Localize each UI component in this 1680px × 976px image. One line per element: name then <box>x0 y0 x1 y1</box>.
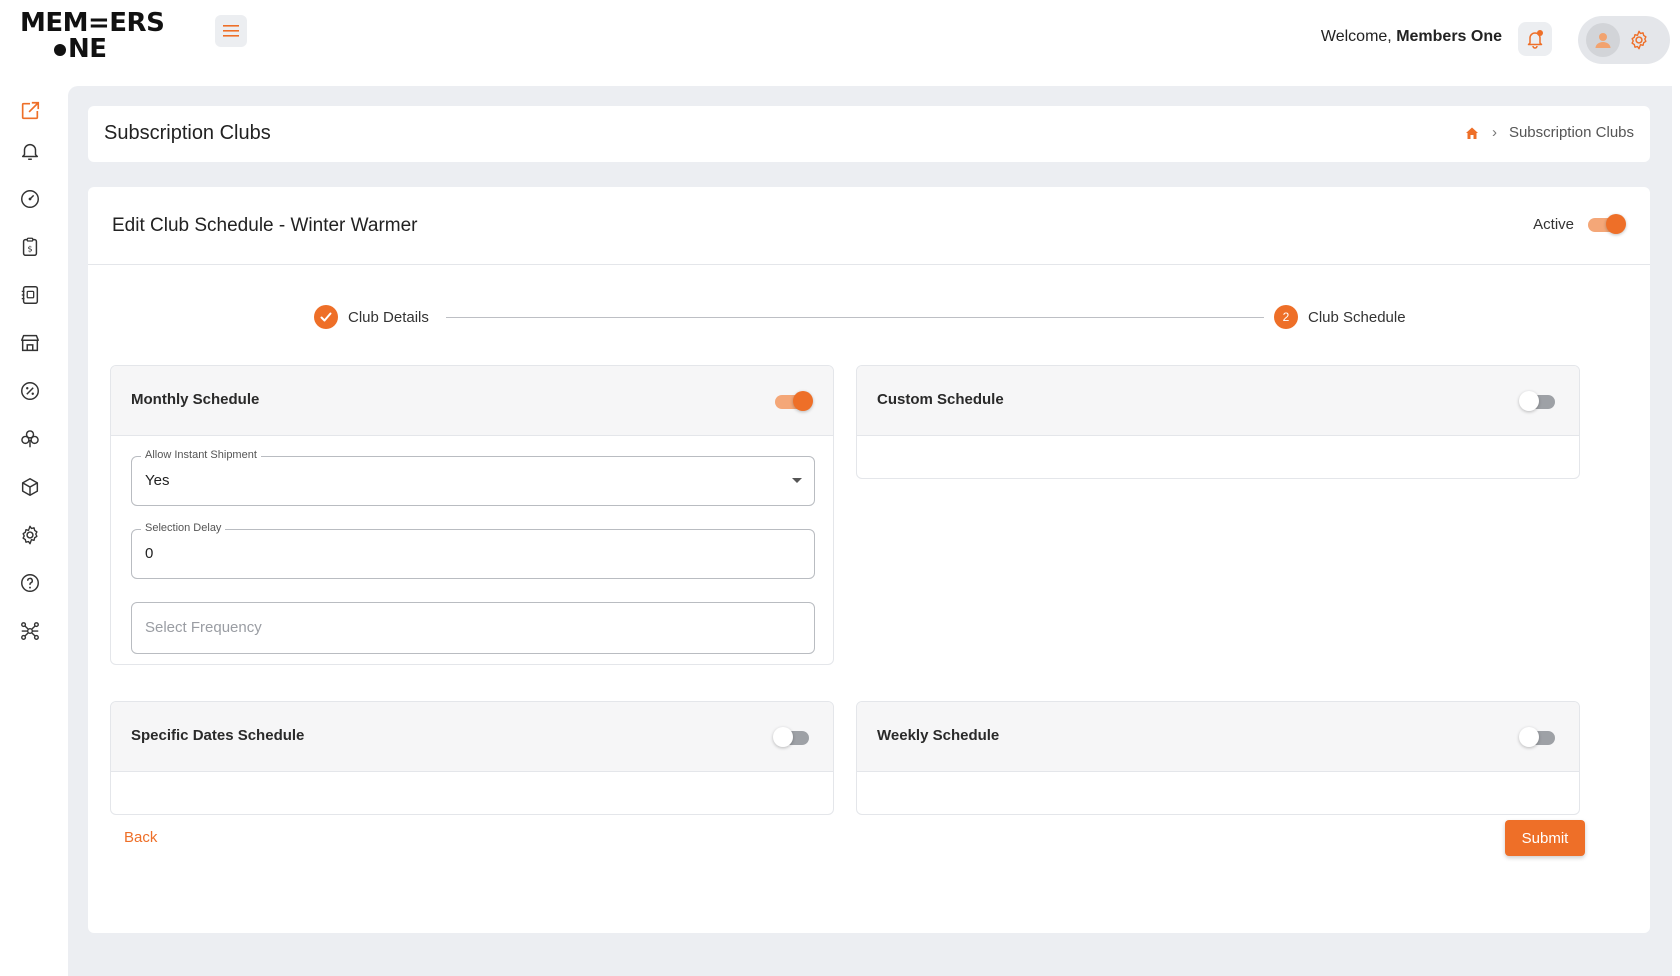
bell-icon <box>21 143 39 160</box>
edit-schedule-card: Edit Club Schedule - Winter Warmer Activ… <box>88 187 1650 933</box>
brand-logo: MEM=ERS NE <box>20 10 180 66</box>
step-number: 2 <box>1274 305 1298 329</box>
back-button[interactable]: Back <box>124 829 157 846</box>
step-connector <box>446 317 1264 318</box>
sidebar-item-dashboard[interactable] <box>18 187 42 211</box>
select-frequency-field[interactable]: Select Frequency <box>131 602 815 654</box>
active-label: Active <box>1533 215 1574 233</box>
field-label: Allow Instant Shipment <box>141 449 261 461</box>
club-icon <box>21 430 39 448</box>
active-toggle[interactable] <box>1586 213 1626 235</box>
field-value: 0 <box>145 545 154 562</box>
sidebar-item-discounts[interactable] <box>18 379 42 403</box>
panel-header: Custom Schedule <box>857 366 1579 436</box>
step-club-details[interactable]: Club Details <box>314 305 429 329</box>
sidebar-item-external-link[interactable] <box>18 99 42 123</box>
integrations-network-icon <box>21 622 39 640</box>
breadcrumb-separator-chevron-icon: › <box>1491 124 1497 141</box>
custom-schedule-toggle[interactable] <box>1519 390 1559 412</box>
field-label: Selection Delay <box>141 522 226 534</box>
avatar[interactable] <box>1586 23 1620 57</box>
active-toggle-group: Active <box>1533 213 1626 235</box>
monthly-schedule-panel: Monthly Schedule Allow Instant Shipment … <box>110 365 834 665</box>
page-title: Subscription Clubs <box>104 122 271 144</box>
logo-line-2-text: NE <box>68 34 107 64</box>
specific-dates-schedule-toggle[interactable] <box>773 726 813 748</box>
monthly-schedule-toggle[interactable] <box>773 390 813 412</box>
welcome-text: Welcome, Members One <box>1321 28 1502 46</box>
user-menu[interactable] <box>1578 16 1670 64</box>
breadcrumb: › Subscription Clubs <box>1464 124 1634 141</box>
panel-title: Custom Schedule <box>877 391 1004 408</box>
form-header: Edit Club Schedule - Winter Warmer Activ… <box>88 187 1650 265</box>
logo-dot-icon <box>54 44 66 56</box>
dropdown-caret-icon <box>792 478 802 483</box>
panel-title: Monthly Schedule <box>131 391 260 408</box>
main-content: Subscription Clubs › Subscription Clubs … <box>68 86 1672 976</box>
panel-header: Weekly Schedule <box>857 702 1579 772</box>
panel-title: Specific Dates Schedule <box>131 727 305 744</box>
menu-toggle-button[interactable] <box>215 15 247 47</box>
weekly-schedule-panel: Weekly Schedule <box>856 701 1580 815</box>
settings-gear-icon <box>22 525 38 545</box>
dashboard-gauge-icon <box>21 190 39 208</box>
sidebar-item-help[interactable] <box>18 571 42 595</box>
notifications-button[interactable] <box>1518 22 1552 56</box>
package-box-icon <box>21 478 39 496</box>
panel-header: Specific Dates Schedule <box>111 702 833 772</box>
stepper: Club Details 2 Club Schedule <box>314 305 1434 331</box>
discount-percent-icon <box>21 382 39 400</box>
sidebar-item-settings[interactable] <box>18 523 42 547</box>
home-icon[interactable] <box>1464 125 1480 141</box>
svg-text:$: $ <box>27 244 32 254</box>
page-header-card: Subscription Clubs › Subscription Clubs <box>88 106 1650 162</box>
welcome-prefix: Welcome, <box>1320 28 1397 45</box>
sidebar-item-billing[interactable]: $ <box>18 235 42 259</box>
help-question-icon <box>21 574 39 592</box>
step-label: Club Details <box>348 308 429 326</box>
step-label: Club Schedule <box>1308 308 1406 326</box>
sidebar-item-products[interactable] <box>18 475 42 499</box>
panel-header: Monthly Schedule <box>111 366 833 436</box>
weekly-schedule-toggle[interactable] <box>1519 726 1559 748</box>
sidebar-item-integrations[interactable] <box>18 619 42 643</box>
custom-schedule-panel: Custom Schedule <box>856 365 1580 479</box>
field-value: Yes <box>145 472 170 489</box>
step-club-schedule[interactable]: 2 Club Schedule <box>1274 305 1406 329</box>
selection-delay-field[interactable]: Selection Delay 0 <box>131 522 815 579</box>
form-title: Edit Club Schedule - Winter Warmer <box>112 215 418 236</box>
sidebar-item-stores[interactable] <box>18 331 42 355</box>
sidebar-item-contacts[interactable] <box>18 283 42 307</box>
allow-instant-shipment-select[interactable]: Allow Instant Shipment Yes <box>131 449 815 506</box>
invoice-dollar-icon: $ <box>22 237 38 256</box>
submit-button[interactable]: Submit <box>1505 820 1585 856</box>
specific-dates-schedule-panel: Specific Dates Schedule <box>110 701 834 815</box>
check-icon <box>314 305 338 329</box>
user-icon <box>1595 33 1611 48</box>
settings-gear-icon[interactable] <box>1628 29 1650 51</box>
sidebar-item-clubs[interactable] <box>18 427 42 451</box>
user-name: Members One <box>1396 28 1502 45</box>
field-placeholder: Select Frequency <box>145 619 262 636</box>
external-link-icon <box>21 101 40 120</box>
logo-line-1: MEM=ERS <box>20 8 165 38</box>
bell-icon <box>1527 30 1543 49</box>
contacts-book-icon <box>21 286 39 304</box>
breadcrumb-current: Subscription Clubs <box>1508 124 1634 141</box>
logo-line-2: NE <box>20 36 180 62</box>
store-icon <box>21 334 39 352</box>
hamburger-icon <box>223 25 239 37</box>
panel-title: Weekly Schedule <box>877 727 1000 744</box>
sidebar-item-notifications[interactable] <box>18 139 42 163</box>
